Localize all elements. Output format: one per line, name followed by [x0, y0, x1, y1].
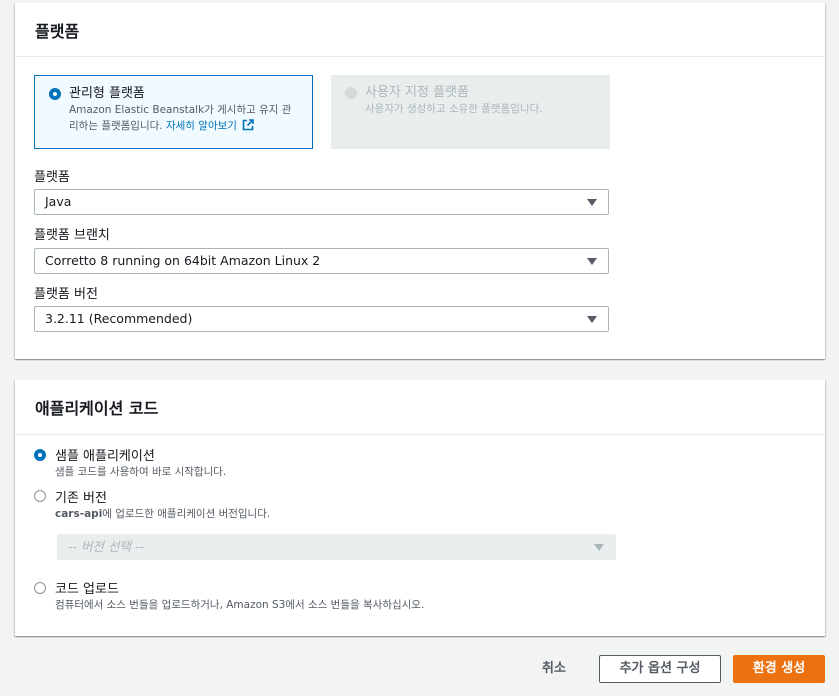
caret-down-icon [594, 544, 604, 551]
platform-label: 플랫폼 [34, 170, 70, 185]
sample-application-title[interactable]: 샘플 애플리케이션 [55, 445, 155, 464]
application-code-panel: 애플리케이션 코드 샘플 애플리케이션 샘플 코드를 사용하여 바로 시작합니다… [15, 380, 825, 636]
learn-more-link[interactable]: 자세히 알아보기 [166, 120, 237, 132]
existing-version-radio[interactable] [34, 490, 46, 502]
platform-section-title: 플랫폼 [15, 3, 825, 57]
upload-code-radio[interactable] [34, 582, 46, 594]
configure-more-options-button[interactable]: 추가 옵션 구성 [599, 655, 721, 683]
sample-application-desc: 샘플 코드를 사용하여 바로 시작합니다. [55, 466, 227, 478]
existing-version-desc-text: 에 업로드한 애플리케이션 버전입니다. [102, 508, 271, 520]
platform-select[interactable]: Java [34, 189, 609, 215]
caret-down-icon [587, 316, 597, 323]
existing-version-desc: cars-api에 업로드한 애플리케이션 버전입니다. [55, 506, 270, 521]
existing-version-title[interactable]: 기존 버전 [55, 487, 107, 506]
platform-version-select-value: 3.2.11 (Recommended) [45, 311, 193, 326]
create-environment-button[interactable]: 환경 생성 [733, 655, 825, 683]
managed-platform-radio[interactable] [49, 88, 61, 100]
caret-down-icon [587, 199, 597, 206]
platform-select-value: Java [45, 194, 72, 209]
sample-application-radio[interactable] [34, 449, 46, 461]
application-name: cars-api [55, 508, 103, 520]
custom-platform-tile: 사용자 지정 플랫폼 사용자가 생성하고 소유한 플랫폼입니다. [331, 75, 610, 149]
managed-platform-desc-line2: 리하는 플랫폼입니다. [69, 120, 163, 132]
platform-branch-label: 플랫폼 브랜치 [34, 228, 110, 243]
caret-down-icon [587, 258, 597, 265]
platform-branch-select[interactable]: Corretto 8 running on 64bit Amazon Linux… [34, 248, 609, 274]
platform-version-select[interactable]: 3.2.11 (Recommended) [34, 306, 609, 332]
managed-platform-title: 관리형 플랫폼 [69, 86, 145, 101]
platform-version-label: 플랫폼 버전 [34, 287, 98, 302]
managed-platform-desc-line2-wrap: 리하는 플랫폼입니다. 자세히 알아보기 [69, 118, 300, 134]
cancel-button[interactable]: 취소 [528, 655, 580, 683]
custom-platform-title: 사용자 지정 플랫폼 [365, 85, 469, 100]
platform-panel: 플랫폼 관리형 플랫폼 Amazon Elastic Beanstalk가 게시… [15, 3, 825, 359]
application-code-section-title: 애플리케이션 코드 [15, 380, 825, 435]
custom-platform-desc: 사용자가 생성하고 소유한 플랫폼입니다. [365, 103, 543, 115]
upload-code-desc: 컴퓨터에서 소스 번들을 업로드하거나, Amazon S3에서 소스 번들을 … [55, 599, 425, 611]
managed-platform-tile[interactable]: 관리형 플랫폼 Amazon Elastic Beanstalk가 게시하고 유… [34, 75, 313, 149]
managed-platform-desc-line1: Amazon Elastic Beanstalk가 게시하고 유지 관 [69, 104, 292, 116]
platform-branch-select-value: Corretto 8 running on 64bit Amazon Linux… [45, 253, 321, 268]
custom-platform-radio [345, 87, 357, 99]
upload-code-title[interactable]: 코드 업로드 [55, 578, 119, 597]
version-select-placeholder: -- 버전 선택 -- [68, 539, 144, 554]
external-link-icon[interactable] [242, 119, 255, 131]
version-select: -- 버전 선택 -- [57, 534, 616, 560]
